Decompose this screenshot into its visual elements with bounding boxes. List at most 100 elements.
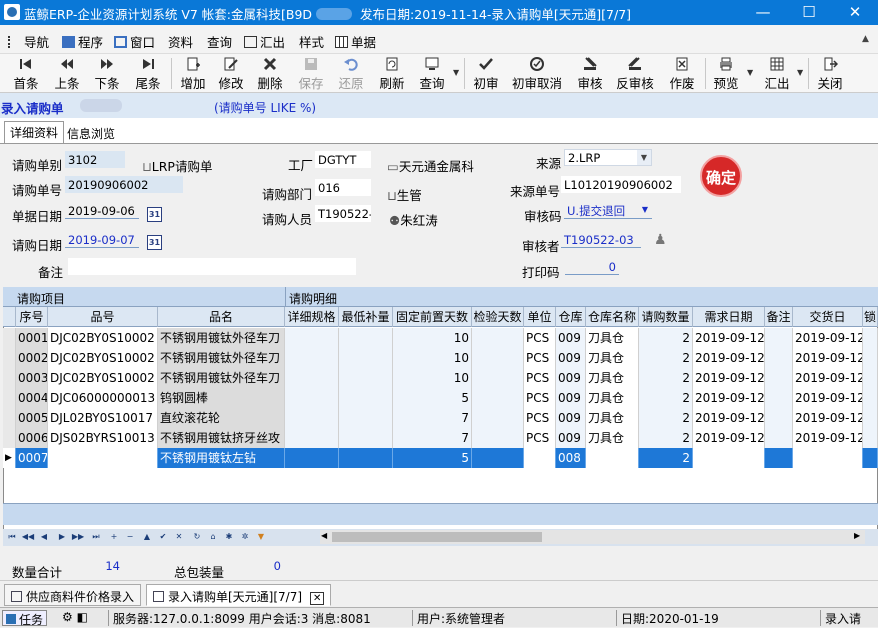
row-indicator[interactable] xyxy=(3,348,16,368)
table-cell[interactable]: DJL02BY0S10017 xyxy=(48,408,158,428)
row-indicator[interactable] xyxy=(3,428,16,448)
factory-field[interactable]: DGTYT xyxy=(315,151,371,168)
table-cell[interactable]: PCS xyxy=(524,348,556,368)
calendar-icon[interactable]: 31 xyxy=(147,207,162,222)
table-cell[interactable] xyxy=(339,328,393,348)
table-cell[interactable] xyxy=(863,388,878,408)
table-cell[interactable]: 2019-09-12 xyxy=(793,388,863,408)
table-cell[interactable]: 不锈钢用镀钛左钻 xyxy=(158,448,285,468)
row-indicator[interactable] xyxy=(3,388,16,408)
table-cell[interactable] xyxy=(863,328,878,348)
tab-detail[interactable]: 详细资料 xyxy=(4,121,65,143)
table-cell[interactable]: 2019-09-12 xyxy=(793,428,863,448)
table-cell[interactable]: 0007 xyxy=(16,448,48,468)
nav-cancel-icon[interactable]: ✕ xyxy=(172,530,186,544)
table-cell[interactable]: DJZ01BYLS10001 xyxy=(48,448,158,468)
table-cell[interactable]: 2019-09-12 xyxy=(693,428,765,448)
table-cell[interactable]: PCS xyxy=(524,408,556,428)
table-cell[interactable]: 2019-09-12 xyxy=(693,348,765,368)
table-cell[interactable] xyxy=(285,408,339,428)
table-cell[interactable] xyxy=(285,448,339,468)
maximize-button[interactable]: ☐ xyxy=(786,0,832,25)
export-dropdown-icon[interactable]: ▼ xyxy=(797,68,803,77)
table-cell[interactable]: 钨钢圆棒 xyxy=(158,388,285,408)
remark-field[interactable] xyxy=(68,258,356,275)
close-button[interactable]: ✕ xyxy=(832,0,878,25)
table-cell[interactable]: 10 xyxy=(393,368,472,388)
table-cell[interactable] xyxy=(765,408,793,428)
table-cell[interactable]: 2019-09-12 xyxy=(693,408,765,428)
menu-export[interactable]: 汇出 xyxy=(244,32,285,50)
row-indicator[interactable] xyxy=(3,368,16,388)
table-row[interactable]: 0006 DJS02BYRS10013 不锈钢用镀钛挤牙丝攻 7 PCS 009 刀具仓 2 2… xyxy=(3,428,878,448)
menu-nav[interactable]: 导航 xyxy=(8,32,49,50)
table-cell[interactable] xyxy=(863,348,878,368)
void-button[interactable]: 作废 xyxy=(665,56,699,91)
tab-browse[interactable]: 信息浏览 xyxy=(62,123,120,143)
table-cell[interactable] xyxy=(472,328,524,348)
table-cell[interactable]: 0003 xyxy=(16,368,48,388)
nav-bookmark-icon[interactable]: ⌂ xyxy=(206,530,220,544)
nav-insert-icon[interactable]: + xyxy=(107,530,121,544)
table-cell[interactable]: 刀具仓 xyxy=(586,408,639,428)
table-cell[interactable]: 009 xyxy=(556,428,586,448)
table-cell[interactable] xyxy=(285,328,339,348)
task-button[interactable]: 任务 xyxy=(2,610,48,627)
col-qty[interactable]: 请购数量 xyxy=(639,307,693,327)
table-cell[interactable]: 刀具仓 xyxy=(586,328,639,348)
table-cell[interactable]: 2019-09-12 xyxy=(793,448,863,468)
table-cell[interactable] xyxy=(472,348,524,368)
close-tab-icon[interactable]: ✕ xyxy=(310,592,325,605)
table-cell[interactable]: PCS xyxy=(524,368,556,388)
no-field[interactable]: 20190906002 xyxy=(65,176,183,193)
type-field[interactable]: 3102 xyxy=(65,151,125,168)
table-cell[interactable]: 2019-09-12 xyxy=(793,368,863,388)
scroll-left-icon[interactable]: ◀ xyxy=(321,531,327,540)
table-cell[interactable] xyxy=(285,428,339,448)
table-cell[interactable] xyxy=(339,448,393,468)
row-indicator[interactable]: ▶ xyxy=(3,448,16,468)
edit-button[interactable]: 修改 xyxy=(214,56,248,91)
table-cell[interactable]: 009 xyxy=(556,408,586,428)
col-marker[interactable] xyxy=(3,307,16,327)
audit-code-select[interactable]: U.提交退回 ▼ xyxy=(564,202,652,219)
nav-delete-icon[interactable]: − xyxy=(123,530,137,544)
table-cell[interactable]: 2 xyxy=(639,348,693,368)
nav-next-icon[interactable]: ▶ xyxy=(55,530,69,544)
col-delivery-date[interactable]: 交货日 xyxy=(793,307,863,327)
table-cell[interactable]: 10 xyxy=(393,328,472,348)
table-cell[interactable]: 0006 xyxy=(16,428,48,448)
col-need-date[interactable]: 需求日期 xyxy=(693,307,765,327)
table-cell[interactable]: 0005 xyxy=(16,408,48,428)
nav-next-page-icon[interactable]: ▶▶ xyxy=(71,530,85,544)
table-cell[interactable]: PCS xyxy=(524,388,556,408)
cancel-first-audit-button[interactable]: 初审取消 xyxy=(509,56,565,91)
table-cell[interactable]: 5 xyxy=(393,448,472,468)
table-cell[interactable]: 不锈钢用镀钛外径车刀 xyxy=(158,368,285,388)
source-select[interactable]: 2.LRP ▼ xyxy=(564,149,652,166)
table-cell[interactable]: 不锈钢用镀钛挤牙丝攻 xyxy=(158,428,285,448)
table-cell[interactable]: 2019-09-12 xyxy=(693,368,765,388)
table-cell[interactable] xyxy=(765,348,793,368)
row-indicator[interactable] xyxy=(3,408,16,428)
table-row[interactable]: 0004 DJC06000000013 钨钢圆棒 5 PCS 009 刀具仓 2 2019-09… xyxy=(3,388,878,408)
delete-button[interactable]: 删除 xyxy=(253,56,287,91)
table-cell[interactable] xyxy=(472,408,524,428)
table-cell[interactable]: 0001 xyxy=(16,328,48,348)
table-cell[interactable]: DJC02BY0S10002 xyxy=(48,328,158,348)
table-cell[interactable]: 直纹滚花轮 xyxy=(158,408,285,428)
scroll-thumb[interactable] xyxy=(332,532,542,542)
table-cell[interactable]: 009 xyxy=(556,388,586,408)
table-row[interactable]: ▶ 0007 DJZ01BYLS10001 不锈钢用镀钛左钻 5 PCS 008 原材仓 2 20… xyxy=(3,448,878,468)
menu-chevron-icon[interactable]: ▲ xyxy=(862,34,869,44)
menu-data[interactable]: 资料 xyxy=(168,32,193,50)
table-cell[interactable]: 2 xyxy=(639,408,693,428)
table-cell[interactable] xyxy=(765,368,793,388)
table-cell[interactable]: 2019-09-12 xyxy=(793,408,863,428)
source-no-field[interactable]: L10120190906002 xyxy=(561,176,681,193)
table-cell[interactable]: DJS02BYRS10013 xyxy=(48,428,158,448)
col-lead-days[interactable]: 固定前置天数 xyxy=(393,307,472,327)
table-cell[interactable] xyxy=(863,448,878,468)
table-cell[interactable] xyxy=(339,348,393,368)
table-cell[interactable]: 009 xyxy=(556,328,586,348)
